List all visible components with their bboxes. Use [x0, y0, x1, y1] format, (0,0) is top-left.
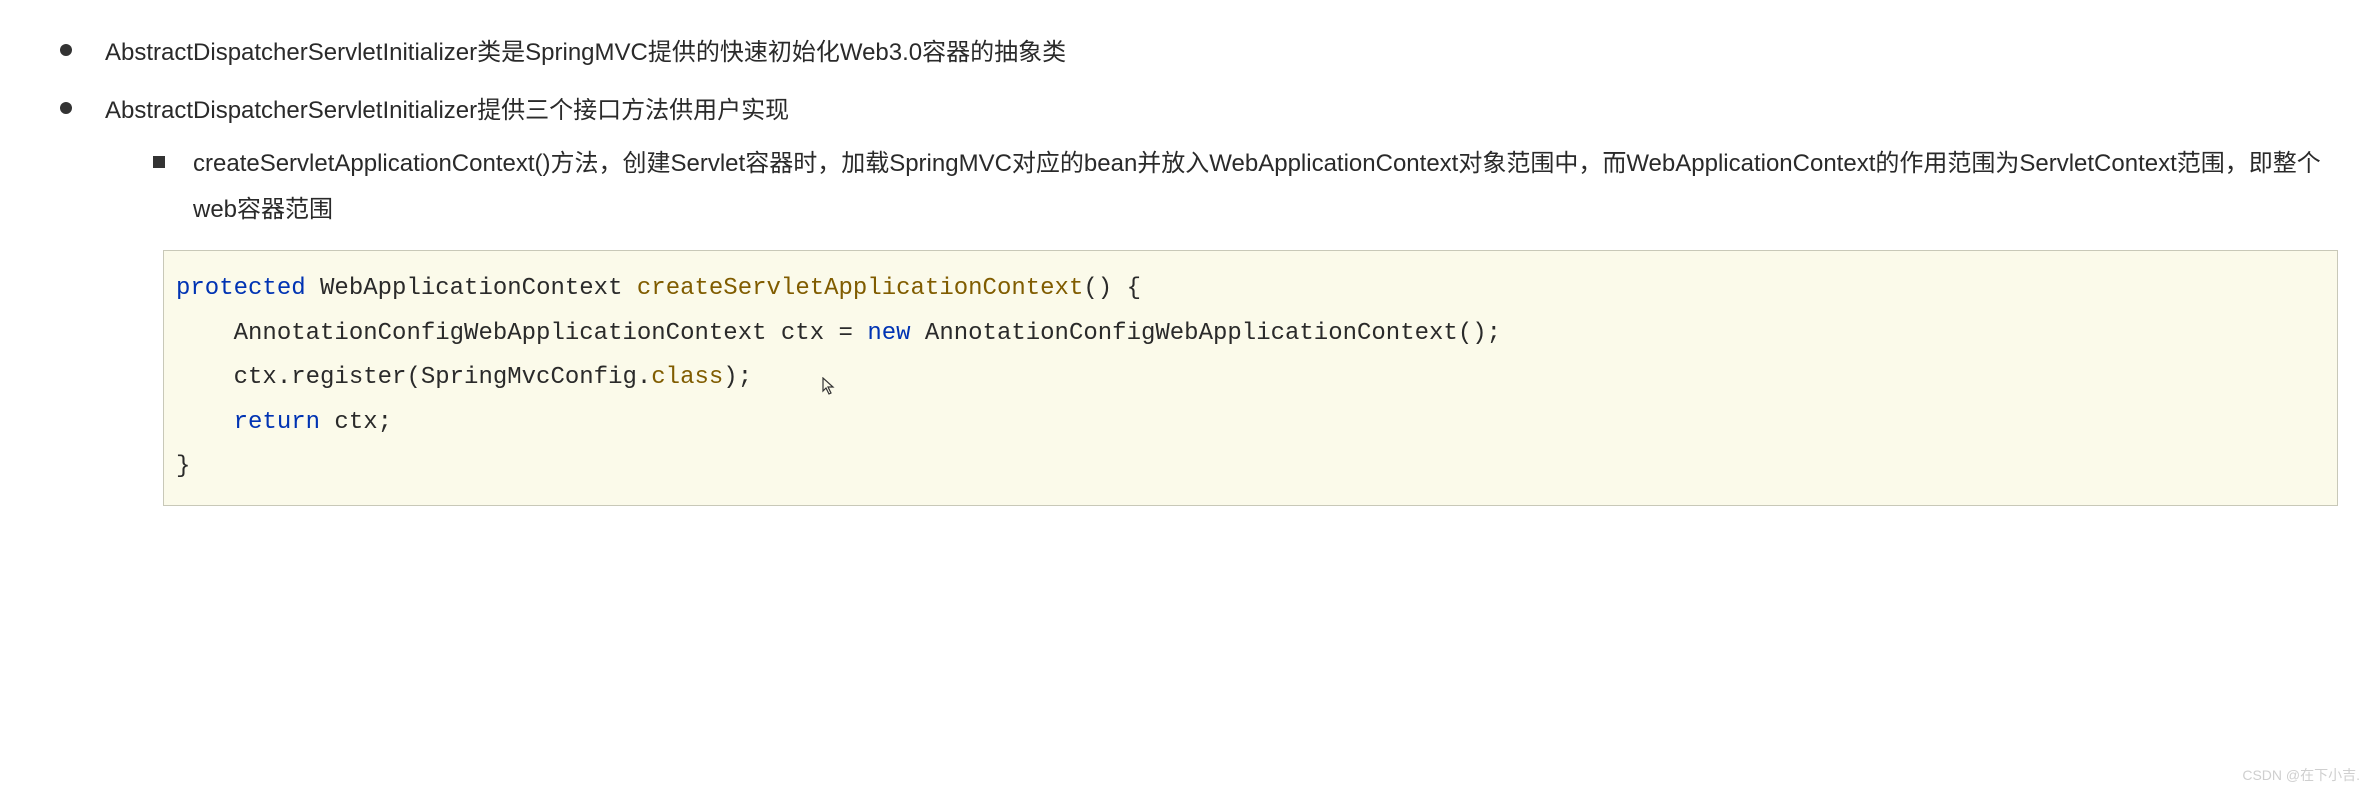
code-line2-post: AnnotationConfigWebApplicationContext();: [911, 320, 1502, 347]
code-block: protected WebApplicationContext createSe…: [163, 250, 2338, 506]
code-keyword-return: return: [234, 409, 320, 436]
code-line1-rest: () {: [1083, 275, 1141, 302]
bullet-list-outer: AbstractDispatcherServletInitializer类是Sp…: [40, 30, 2338, 506]
code-line5: }: [176, 453, 190, 480]
code-line4-pre: [176, 409, 234, 436]
cursor-icon: [822, 377, 836, 395]
code-line2-pre: AnnotationConfigWebApplicationContext ct…: [176, 320, 867, 347]
bullet-text-1: AbstractDispatcherServletInitializer类是Sp…: [105, 39, 1066, 66]
code-keyword-new: new: [867, 320, 910, 347]
bullet-text-2: AbstractDispatcherServletInitializer提供三个…: [105, 97, 789, 124]
bullet-item-2: AbstractDispatcherServletInitializer提供三个…: [60, 88, 2338, 507]
sub-bullet-text-1: createServletApplicationContext()方法，创建Se…: [193, 150, 2321, 223]
code-method-name: createServletApplicationContext: [637, 275, 1083, 302]
code-line3-post: );: [723, 364, 752, 391]
code-keyword-class: class: [651, 364, 723, 391]
code-type: WebApplicationContext: [306, 275, 637, 302]
watermark-text: CSDN @在下小吉.: [2242, 762, 2360, 789]
bullet-item-1: AbstractDispatcherServletInitializer类是Sp…: [60, 30, 2338, 76]
code-keyword-protected: protected: [176, 275, 306, 302]
sub-bullet-item-1: createServletApplicationContext()方法，创建Se…: [153, 141, 2338, 232]
code-line4-post: ctx;: [320, 409, 392, 436]
code-line3-pre: ctx.register(SpringMvcConfig.: [176, 364, 651, 391]
bullet-list-inner: createServletApplicationContext()方法，创建Se…: [105, 141, 2338, 232]
